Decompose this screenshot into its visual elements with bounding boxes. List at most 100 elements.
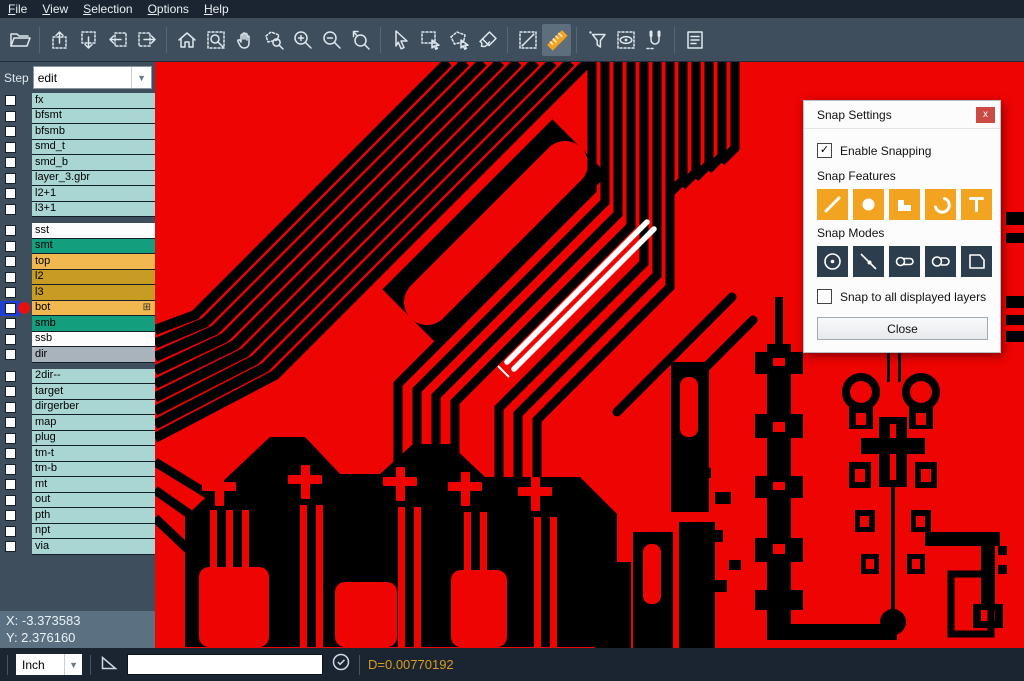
layer-visibility-checkbox[interactable] (0, 124, 21, 140)
layer-label-layer_3.gbr[interactable]: layer_3.gbr (32, 171, 155, 187)
zoom-in-icon[interactable] (288, 24, 317, 56)
enable-snapping-checkbox[interactable]: ✓ (817, 143, 832, 158)
layer-label-smb[interactable]: smb (32, 316, 155, 332)
snap-magnet-icon[interactable] (640, 24, 669, 56)
layer-label-out[interactable]: out (32, 493, 155, 509)
view-selection-icon[interactable] (611, 24, 640, 56)
layer-label-tm-b[interactable]: tm-b (32, 462, 155, 478)
snap-feature-pad-button[interactable] (853, 189, 884, 220)
step-select[interactable]: edit ▼ (33, 66, 152, 89)
layer-visibility-checkbox[interactable] (0, 347, 21, 363)
report-icon[interactable] (680, 24, 709, 56)
layer-visibility-checkbox[interactable] (0, 400, 21, 416)
zoom-window-icon[interactable] (201, 24, 230, 56)
layer-label-2dir--[interactable]: 2dir-- (32, 369, 155, 385)
scroll-up-icon[interactable] (45, 24, 74, 56)
layer-visibility-checkbox[interactable] (0, 446, 21, 462)
layer-visibility-checkbox[interactable] (0, 285, 21, 301)
measure-input[interactable] (127, 654, 323, 675)
layer-visibility-checkbox[interactable] (0, 384, 21, 400)
clear-selection-icon[interactable] (473, 24, 502, 56)
layer-visibility-checkbox[interactable] (0, 316, 21, 332)
layer-label-l3[interactable]: l3 (32, 285, 155, 301)
open-project-icon[interactable] (5, 24, 34, 56)
snap-mode-slot-right-button[interactable] (925, 246, 956, 277)
layer-visibility-checkbox[interactable] (0, 508, 21, 524)
layer-label-map[interactable]: map (32, 415, 155, 431)
pan-hand-icon[interactable] (230, 24, 259, 56)
layer-label-l3+1[interactable]: l3+1 (32, 202, 155, 218)
layer-label-l2[interactable]: l2 (32, 270, 155, 286)
snap-feature-line-button[interactable] (817, 189, 848, 220)
layer-visibility-checkbox[interactable] (0, 369, 21, 385)
layer-visibility-checkbox[interactable] (0, 415, 21, 431)
menu-view[interactable]: View (42, 2, 68, 16)
snap-feature-arc-button[interactable] (925, 189, 956, 220)
layer-visibility-checkbox[interactable] (0, 171, 21, 187)
snap-mode-center-button[interactable] (817, 246, 848, 277)
layer-visibility-checkbox[interactable] (0, 202, 21, 218)
layer-visibility-checkbox[interactable] (0, 332, 21, 348)
snap-feature-surface-button[interactable] (889, 189, 920, 220)
snap-all-layers-checkbox[interactable] (817, 289, 832, 304)
layer-label-smd_b[interactable]: smd_b (32, 155, 155, 171)
menu-options[interactable]: Options (148, 2, 189, 16)
layer-visibility-checkbox[interactable] (0, 140, 21, 156)
select-rectangle-icon[interactable] (415, 24, 444, 56)
dialog-titlebar[interactable]: Snap Settings x (804, 101, 1000, 129)
menu-help[interactable]: Help (204, 2, 229, 16)
layer-visibility-checkbox[interactable] (0, 270, 21, 286)
apply-check-icon[interactable] (331, 652, 351, 677)
filter-icon[interactable] (582, 24, 611, 56)
measure-distance-icon[interactable] (513, 24, 542, 56)
layer-label-sst[interactable]: sst (32, 223, 155, 239)
layer-label-fx[interactable]: fx (32, 93, 155, 109)
layer-label-smt[interactable]: smt (32, 239, 155, 255)
ruler-icon[interactable] (542, 24, 571, 56)
layer-label-tm-t[interactable]: tm-t (32, 446, 155, 462)
zoom-polygon-icon[interactable] (259, 24, 288, 56)
zoom-home-icon[interactable] (172, 24, 201, 56)
layer-label-mt[interactable]: mt (32, 477, 155, 493)
select-arrow-icon[interactable] (386, 24, 415, 56)
layer-label-dirgerber[interactable]: dirgerber (32, 400, 155, 416)
layer-label-target[interactable]: target (32, 384, 155, 400)
scroll-right-icon[interactable] (132, 24, 161, 56)
zoom-previous-icon[interactable] (346, 24, 375, 56)
layer-visibility-checkbox[interactable] (0, 109, 21, 125)
layer-label-pth[interactable]: pth (32, 508, 155, 524)
layer-visibility-checkbox[interactable] (0, 223, 21, 239)
close-icon[interactable]: x (976, 107, 995, 123)
layer-label-smd_t[interactable]: smd_t (32, 140, 155, 156)
layer-visibility-checkbox[interactable] (0, 239, 21, 255)
snap-mode-slot-left-button[interactable] (889, 246, 920, 277)
zoom-out-icon[interactable] (317, 24, 346, 56)
layer-visibility-checkbox[interactable] (0, 462, 21, 478)
layer-label-bot[interactable]: bot⊞ (32, 301, 155, 317)
layer-label-top[interactable]: top (32, 254, 155, 270)
layer-label-ssb[interactable]: ssb (32, 332, 155, 348)
layer-visibility-checkbox[interactable] (0, 493, 21, 509)
dialog-close-button[interactable]: Close (817, 317, 988, 340)
menu-selection[interactable]: Selection (83, 2, 132, 16)
layer-visibility-checkbox[interactable] (0, 155, 21, 171)
pcb-canvas[interactable]: Snap Settings x ✓ Enable Snapping Snap F… (155, 62, 1024, 648)
layer-label-dir[interactable]: dir (32, 347, 155, 363)
select-polygon-icon[interactable] (444, 24, 473, 56)
scroll-left-icon[interactable] (103, 24, 132, 56)
layer-visibility-checkbox[interactable] (0, 93, 21, 109)
unit-select[interactable]: Inch ▼ (16, 654, 82, 675)
menu-file[interactable]: File (8, 2, 27, 16)
layer-visibility-checkbox[interactable] (0, 524, 21, 540)
layer-visibility-checkbox[interactable] (0, 186, 21, 202)
layer-label-bfsmt[interactable]: bfsmt (32, 109, 155, 125)
layer-visibility-checkbox[interactable] (0, 431, 21, 447)
snap-feature-text-button[interactable] (961, 189, 992, 220)
layer-label-npt[interactable]: npt (32, 524, 155, 540)
snap-mode-closest-point-button[interactable] (853, 246, 884, 277)
layer-label-bfsmb[interactable]: bfsmb (32, 124, 155, 140)
layer-visibility-checkbox[interactable] (0, 539, 21, 555)
layer-visibility-checkbox[interactable] (0, 254, 21, 270)
layer-visibility-checkbox[interactable] (0, 477, 21, 493)
scroll-down-icon[interactable] (74, 24, 103, 56)
